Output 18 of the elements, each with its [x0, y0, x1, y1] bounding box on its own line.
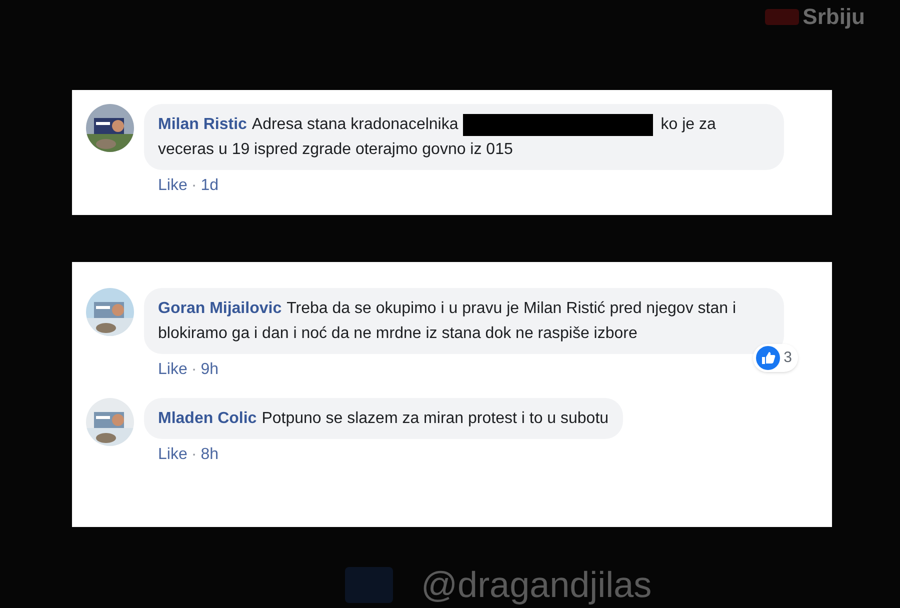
- handle-text: @dragandjilas: [421, 565, 652, 605]
- author-link[interactable]: Milan Ristic: [158, 116, 247, 133]
- author-link[interactable]: Mladen Colic: [158, 410, 257, 427]
- separator-dot: ·: [191, 360, 197, 380]
- like-link[interactable]: Like: [158, 358, 188, 382]
- like-link[interactable]: Like: [158, 443, 188, 467]
- comment-text: Mladen Colic Potpuno se slazem za miran protest i to u subotu: [158, 410, 609, 427]
- comment-time: 1d: [200, 176, 218, 196]
- separator-dot: ·: [191, 176, 197, 196]
- comment-text: Milan Ristic Adresa stana kradonacelnika ko je za veceras u 19 ispred zgrade oterajmo govno iz 015: [158, 116, 716, 158]
- comment-text: Goran Mijailovic Treba da se okupimo i u pravu je Milan Ristić pred njegov stan i blokiramo ga i dan i noć da ne mrdne iz stana dok ne raspiše izbore: [158, 300, 736, 342]
- separator-dot: ·: [191, 445, 197, 465]
- reaction-count: 3: [784, 348, 792, 368]
- author-link[interactable]: Goran Mijailovic: [158, 300, 282, 317]
- background-text: Srbiju: [802, 3, 865, 31]
- comment-time: 9h: [200, 360, 218, 380]
- like-link[interactable]: Like: [158, 174, 188, 198]
- comment-time: 8h: [200, 445, 218, 465]
